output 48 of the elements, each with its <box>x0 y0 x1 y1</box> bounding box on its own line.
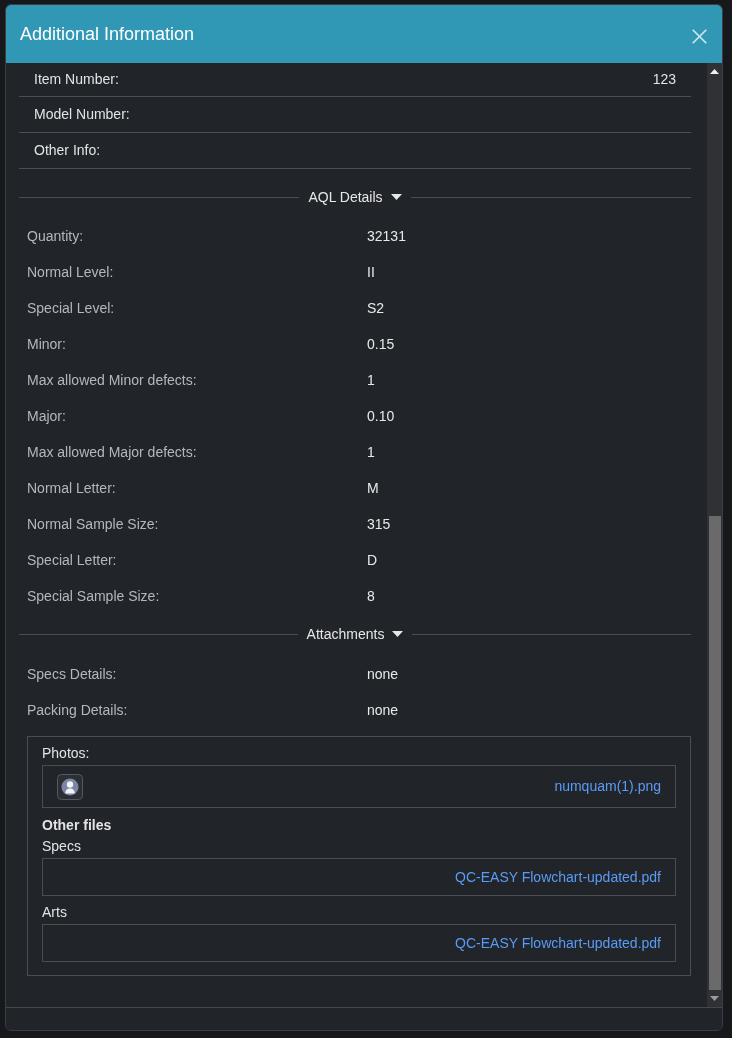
field-label: Minor: <box>27 334 67 354</box>
field-value: 0.10 <box>367 406 395 426</box>
scroll-down-icon[interactable] <box>710 996 719 1001</box>
scroll-up-icon[interactable] <box>710 69 719 74</box>
file-link[interactable]: QC-EASY Flowchart-updated.pdf <box>455 932 661 954</box>
field-label: Quantity: <box>27 226 85 246</box>
field-value: 8 <box>367 586 375 606</box>
file-group-label: Arts <box>42 903 68 922</box>
dialog-title: Additional Information <box>20 22 195 46</box>
caret-icon[interactable] <box>390 194 402 200</box>
field-label: Normal Sample Size: <box>27 514 160 534</box>
field-label: Item Number: <box>34 70 119 89</box>
field-label: Major: <box>27 406 67 426</box>
field-label: Max allowed Major defects: <box>27 442 198 462</box>
field-value: II <box>367 262 375 282</box>
field-label: Packing Details: <box>27 700 129 720</box>
field-value: none <box>367 664 399 684</box>
file-link[interactable]: numquam(1).png <box>554 776 661 797</box>
field-value: D <box>367 550 378 570</box>
close-icon <box>691 28 707 44</box>
avatar-icon <box>57 773 83 800</box>
field-label: Special Level: <box>27 298 116 318</box>
field-label: Max allowed Minor defects: <box>27 370 198 390</box>
field-value: S2 <box>367 298 385 318</box>
field-value: 315 <box>367 514 391 534</box>
field-value: none <box>367 700 399 720</box>
field-label: Specs Details: <box>27 664 118 684</box>
photos-label: Photos: <box>42 744 91 763</box>
section-toggle[interactable]: Attachments <box>297 624 413 644</box>
scrollbar-thumb[interactable] <box>708 516 721 990</box>
file-group-label: Specs <box>42 837 82 856</box>
caret-icon[interactable] <box>392 631 404 637</box>
file-link[interactable]: QC-EASY Flowchart-updated.pdf <box>455 866 661 888</box>
field-label: Special Letter: <box>27 550 118 570</box>
field-value: 0.15 <box>367 334 395 354</box>
field-value: 32131 <box>367 226 406 246</box>
other-files-title: Other files <box>42 816 113 835</box>
field-label: Model Number: <box>34 105 130 124</box>
field-label: Normal Letter: <box>27 478 117 498</box>
close-button[interactable] <box>690 27 708 45</box>
field-value: 1 <box>367 442 375 462</box>
field-value: M <box>367 478 379 498</box>
field-label: Normal Level: <box>27 262 115 282</box>
section-toggle[interactable]: AQL Details <box>299 187 411 207</box>
field-value: 123 <box>652 70 676 89</box>
field-value: 1 <box>367 370 375 390</box>
field-label: Special Sample Size: <box>27 586 161 606</box>
field-label: Other Info: <box>34 141 101 160</box>
